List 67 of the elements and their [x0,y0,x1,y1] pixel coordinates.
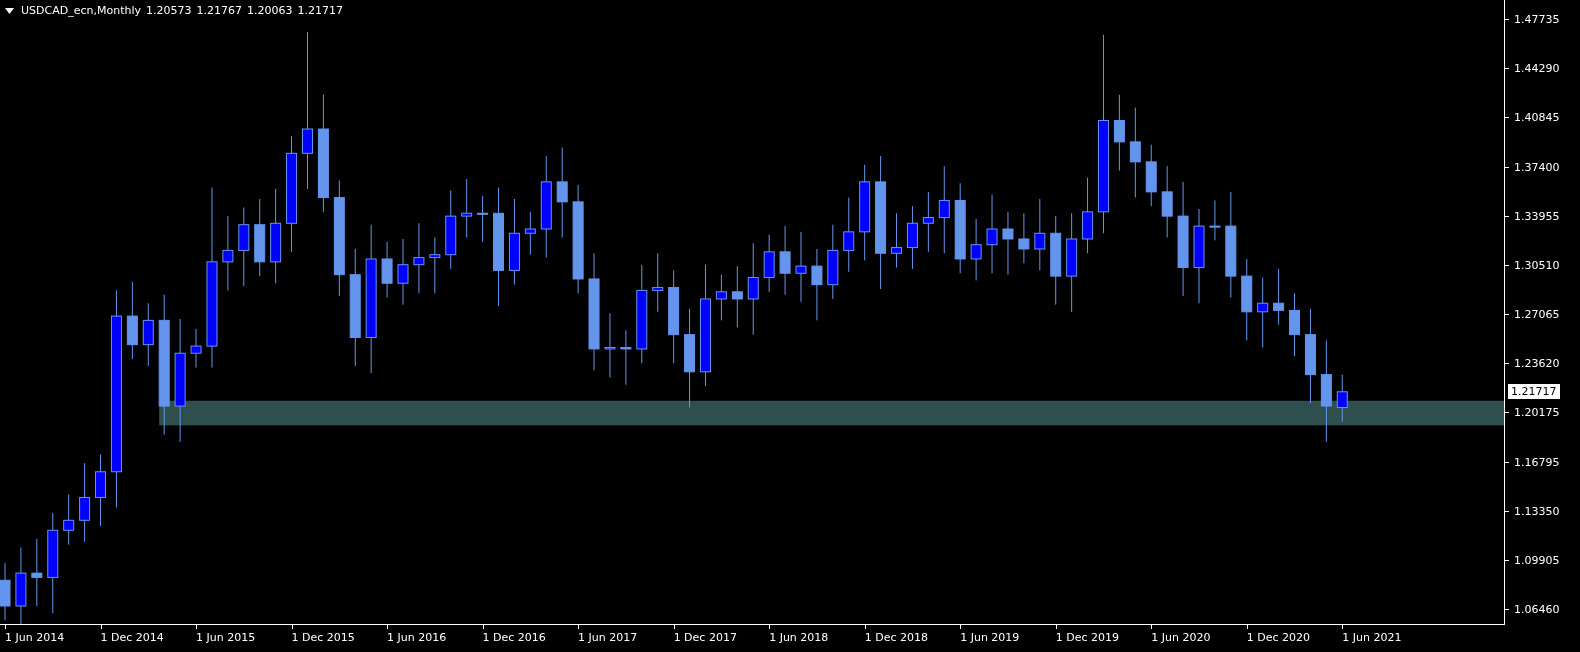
ohlc-value: 1.21767 [196,4,242,17]
price-label: 1.23620 [1514,357,1560,371]
ohlc-value: 1.20063 [247,4,293,17]
candle [524,211,536,256]
date-label: 1 Jun 2018 [769,631,829,644]
date-label: 1 Jun 2019 [960,631,1020,644]
candle [461,178,473,239]
candle [1002,211,1014,276]
price-label: 1.44290 [1514,62,1560,76]
candle [1257,277,1269,348]
candle [763,234,775,293]
candle [1145,144,1157,207]
date-label: 1 Dec 2014 [100,631,164,644]
candle [604,312,616,378]
date-label: 1 Jun 2021 [1342,631,1402,644]
candle [620,329,632,386]
date-label: 1 Dec 2019 [1055,631,1119,644]
price-label: 1.33955 [1514,209,1560,223]
date-label: 1 Dec 2015 [291,631,355,644]
candle [715,274,727,321]
candle [1018,212,1030,264]
price-label: 1.20175 [1514,406,1560,420]
price-label: 1.37400 [1514,160,1560,174]
candle [795,231,807,303]
candle [779,225,791,296]
candle [413,222,425,294]
candle [891,212,902,269]
candle [63,494,75,546]
candle [1336,374,1348,423]
date-label: 1 Dec 2017 [673,631,737,644]
candle [477,195,489,243]
date-label: 1 Jun 2015 [196,631,256,644]
date-label: 1 Jun 2020 [1151,631,1211,644]
candle [429,237,441,294]
ohlc-value: 1.21717 [297,4,343,17]
candle [31,538,43,607]
price-label: 1.30510 [1514,258,1560,272]
price-label: 1.16795 [1514,455,1560,469]
candle [906,205,918,270]
candle [190,328,202,368]
candle [970,218,982,281]
price-label: 1.13350 [1514,504,1560,518]
candle [1289,292,1300,357]
price-label: 1.40845 [1514,111,1560,125]
date-label: 1 Jun 2014 [5,631,65,644]
current-price-badge: 1.21717 [1508,383,1560,399]
price-label: 1.06460 [1514,603,1560,617]
dropdown-triangle-icon[interactable] [5,7,14,14]
symbol-period: USDCAD_ecn,Monthly [21,4,141,17]
candle [142,302,154,367]
ohlc-value: 1.20573 [146,4,192,17]
candle [397,238,409,306]
candle [731,265,743,328]
date-label: 1 Jun 2016 [387,631,447,644]
candle [0,562,11,621]
date-label: 1 Dec 2016 [482,631,546,644]
date-label: 1 Dec 2018 [864,631,928,644]
date-label: 1 Jun 2017 [578,631,638,644]
candle [652,252,664,313]
price-label: 1.09905 [1514,553,1560,567]
price-label: 1.27065 [1514,308,1560,321]
date-label: 1 Dec 2020 [1246,631,1311,644]
candle [1273,268,1285,326]
candle [922,191,934,253]
price-label: 1.47735 [1514,13,1560,26]
candle [381,241,393,299]
candle [1209,199,1221,241]
